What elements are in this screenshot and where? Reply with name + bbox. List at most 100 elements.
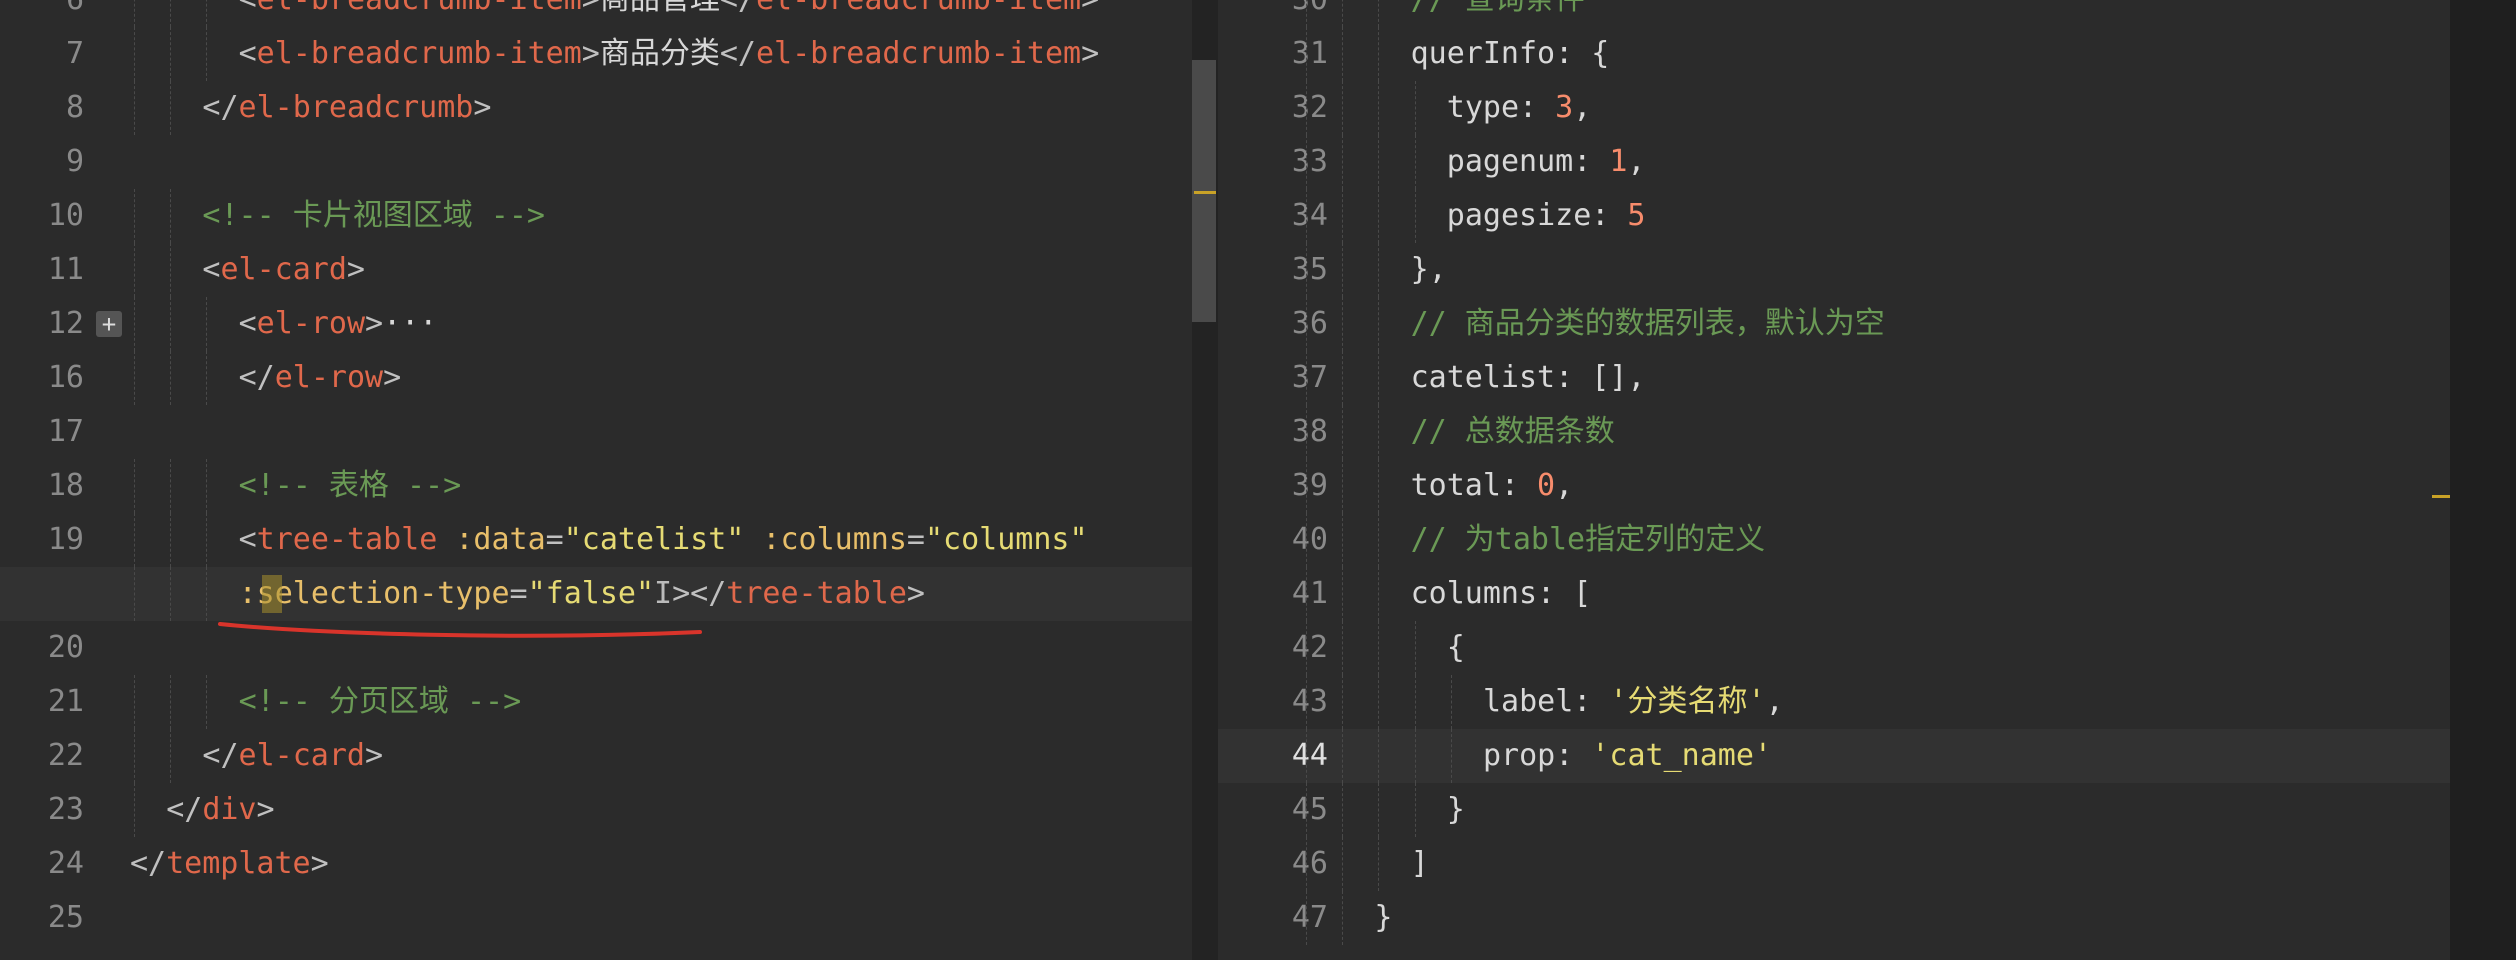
code-line[interactable]: 46]: [1218, 837, 2450, 891]
indent-guide: [1306, 459, 1307, 513]
line-number: 37: [1291, 360, 1328, 395]
code-token: pagenum:: [1446, 144, 1610, 179]
line-number: 46: [1291, 846, 1328, 881]
code-token: 1: [1609, 144, 1628, 179]
code-text[interactable]: pagenum: 1,: [1447, 135, 1646, 189]
indent-guide: [1342, 27, 1344, 81]
code-text[interactable]: // 查询条件: [1411, 0, 1585, 27]
code-token: // 为table指定列的定义: [1410, 522, 1766, 557]
indent-guide: [1306, 351, 1307, 405]
indent-guide: [1378, 0, 1380, 27]
code-line[interactable]: 42 {: [1218, 621, 2450, 675]
code-line[interactable]: 34 pagesize: 5: [1218, 189, 2450, 243]
code-line[interactable]: 37 catelist: [],: [1218, 351, 2450, 405]
indent-guide: [1342, 351, 1344, 405]
indent-guide: [1378, 621, 1380, 675]
indent-guide: [1306, 621, 1307, 675]
code-text[interactable]: type: 3,: [1447, 81, 1592, 135]
line-number: 41: [1291, 576, 1328, 611]
code-line[interactable]: 36 // 商品分类的数据列表，默认为空: [1218, 297, 2450, 351]
code-text[interactable]: {: [1447, 621, 1465, 675]
indent-guide: [1342, 567, 1344, 621]
indent-guide: [1342, 243, 1344, 297]
code-text[interactable]: total: 0,: [1411, 459, 1574, 513]
code-token: total:: [1410, 468, 1538, 503]
left-editor-pane[interactable]: 6<el-breadcrumb-item>商品管理</el-breadcrumb…: [0, 0, 1192, 960]
line-number: 47: [1291, 900, 1328, 935]
indent-guide: [1306, 135, 1307, 189]
code-text[interactable]: prop: 'cat_name': [1483, 729, 1772, 783]
code-token: ,: [1765, 684, 1784, 719]
code-text[interactable]: querInfo: {: [1411, 27, 1610, 81]
code-line[interactable]: 33 pagenum: 1,: [1218, 135, 2450, 189]
code-token: }: [1446, 792, 1465, 827]
code-line[interactable]: 44 prop: 'cat_name': [1218, 729, 2450, 783]
indent-guide: [1342, 837, 1344, 891]
code-line[interactable]: 47}: [1218, 891, 2450, 945]
indent-guide: [1342, 297, 1344, 351]
code-text[interactable]: columns: [: [1411, 567, 1592, 621]
code-token: querInfo: {: [1410, 36, 1610, 71]
indent-guide: [1342, 81, 1344, 135]
code-text[interactable]: }: [1374, 891, 1392, 945]
line-number: 40: [1291, 522, 1328, 557]
indent-guide: [1306, 81, 1307, 135]
code-line[interactable]: 35},: [1218, 243, 2450, 297]
code-line[interactable]: 39 total: 0,: [1218, 459, 2450, 513]
indent-guide: [1378, 459, 1380, 513]
code-text[interactable]: label: '分类名称',: [1483, 675, 1784, 729]
code-line[interactable]: 32 type: 3,: [1218, 81, 2450, 135]
indent-guide: [1342, 189, 1344, 243]
indent-guide: [1378, 297, 1380, 351]
indent-guide: [1378, 405, 1380, 459]
code-token: '分类名称': [1609, 684, 1766, 719]
code-token: 0: [1537, 468, 1556, 503]
code-text[interactable]: // 商品分类的数据列表，默认为空: [1411, 297, 1885, 351]
indent-guide: [1306, 189, 1307, 243]
indent-guide: [1378, 729, 1380, 783]
indent-guide: [1378, 81, 1380, 135]
code-text[interactable]: catelist: [],: [1411, 351, 1646, 405]
code-line[interactable]: 40 // 为table指定列的定义: [1218, 513, 2450, 567]
indent-guide: [1378, 675, 1380, 729]
code-line[interactable]: 43 label: '分类名称',: [1218, 675, 2450, 729]
code-text[interactable]: // 总数据条数: [1411, 405, 1615, 459]
code-line[interactable]: 31 querInfo: {: [1218, 27, 2450, 81]
indent-guide: [1342, 729, 1344, 783]
indent-guide: [1414, 135, 1416, 189]
indent-guide: [1414, 783, 1416, 837]
line-number: 30: [1218, 0, 1328, 27]
indent-guide: [1342, 459, 1344, 513]
indent-guide: [1342, 783, 1344, 837]
code-text[interactable]: // 为table指定列的定义: [1411, 513, 1766, 567]
indent-guide: [1378, 567, 1380, 621]
right-editor-pane[interactable]: 30 // 查询条件31querInfo: { 32 type: 3,33pagenu…: [1218, 0, 2450, 960]
line-number: 38: [1291, 414, 1328, 449]
code-text[interactable]: },: [1411, 243, 1447, 297]
code-text[interactable]: }: [1447, 783, 1465, 837]
window-edge: [2450, 0, 2516, 960]
code-line[interactable]: 41 columns: [: [1218, 567, 2450, 621]
indent-guide: [1306, 729, 1307, 783]
code-token: ]: [1410, 846, 1429, 881]
code-line[interactable]: 38 // 总数据条数: [1218, 405, 2450, 459]
code-token: {: [1446, 630, 1465, 665]
indent-guide: [1414, 189, 1416, 243]
code-token: 'cat_name': [1591, 738, 1772, 773]
indent-guide: [1378, 837, 1380, 891]
code-text[interactable]: pagesize: 5: [1447, 189, 1646, 243]
code-token: label:: [1483, 684, 1610, 719]
indent-guide: [1342, 0, 1344, 27]
line-number: 34: [1291, 198, 1328, 233]
red-annotation-underline: [218, 622, 702, 638]
code-line[interactable]: 45}: [1218, 783, 2450, 837]
indent-guide: [1378, 135, 1380, 189]
code-text[interactable]: ]: [1411, 837, 1429, 891]
indent-guide: [1414, 621, 1416, 675]
code-line[interactable]: 30 // 查询条件: [1218, 0, 2450, 27]
indent-guide: [1342, 621, 1344, 675]
indent-guide: [1342, 675, 1344, 729]
indent-guide: [1378, 783, 1380, 837]
line-number: 32: [1291, 90, 1328, 125]
code-token: type:: [1446, 90, 1556, 125]
